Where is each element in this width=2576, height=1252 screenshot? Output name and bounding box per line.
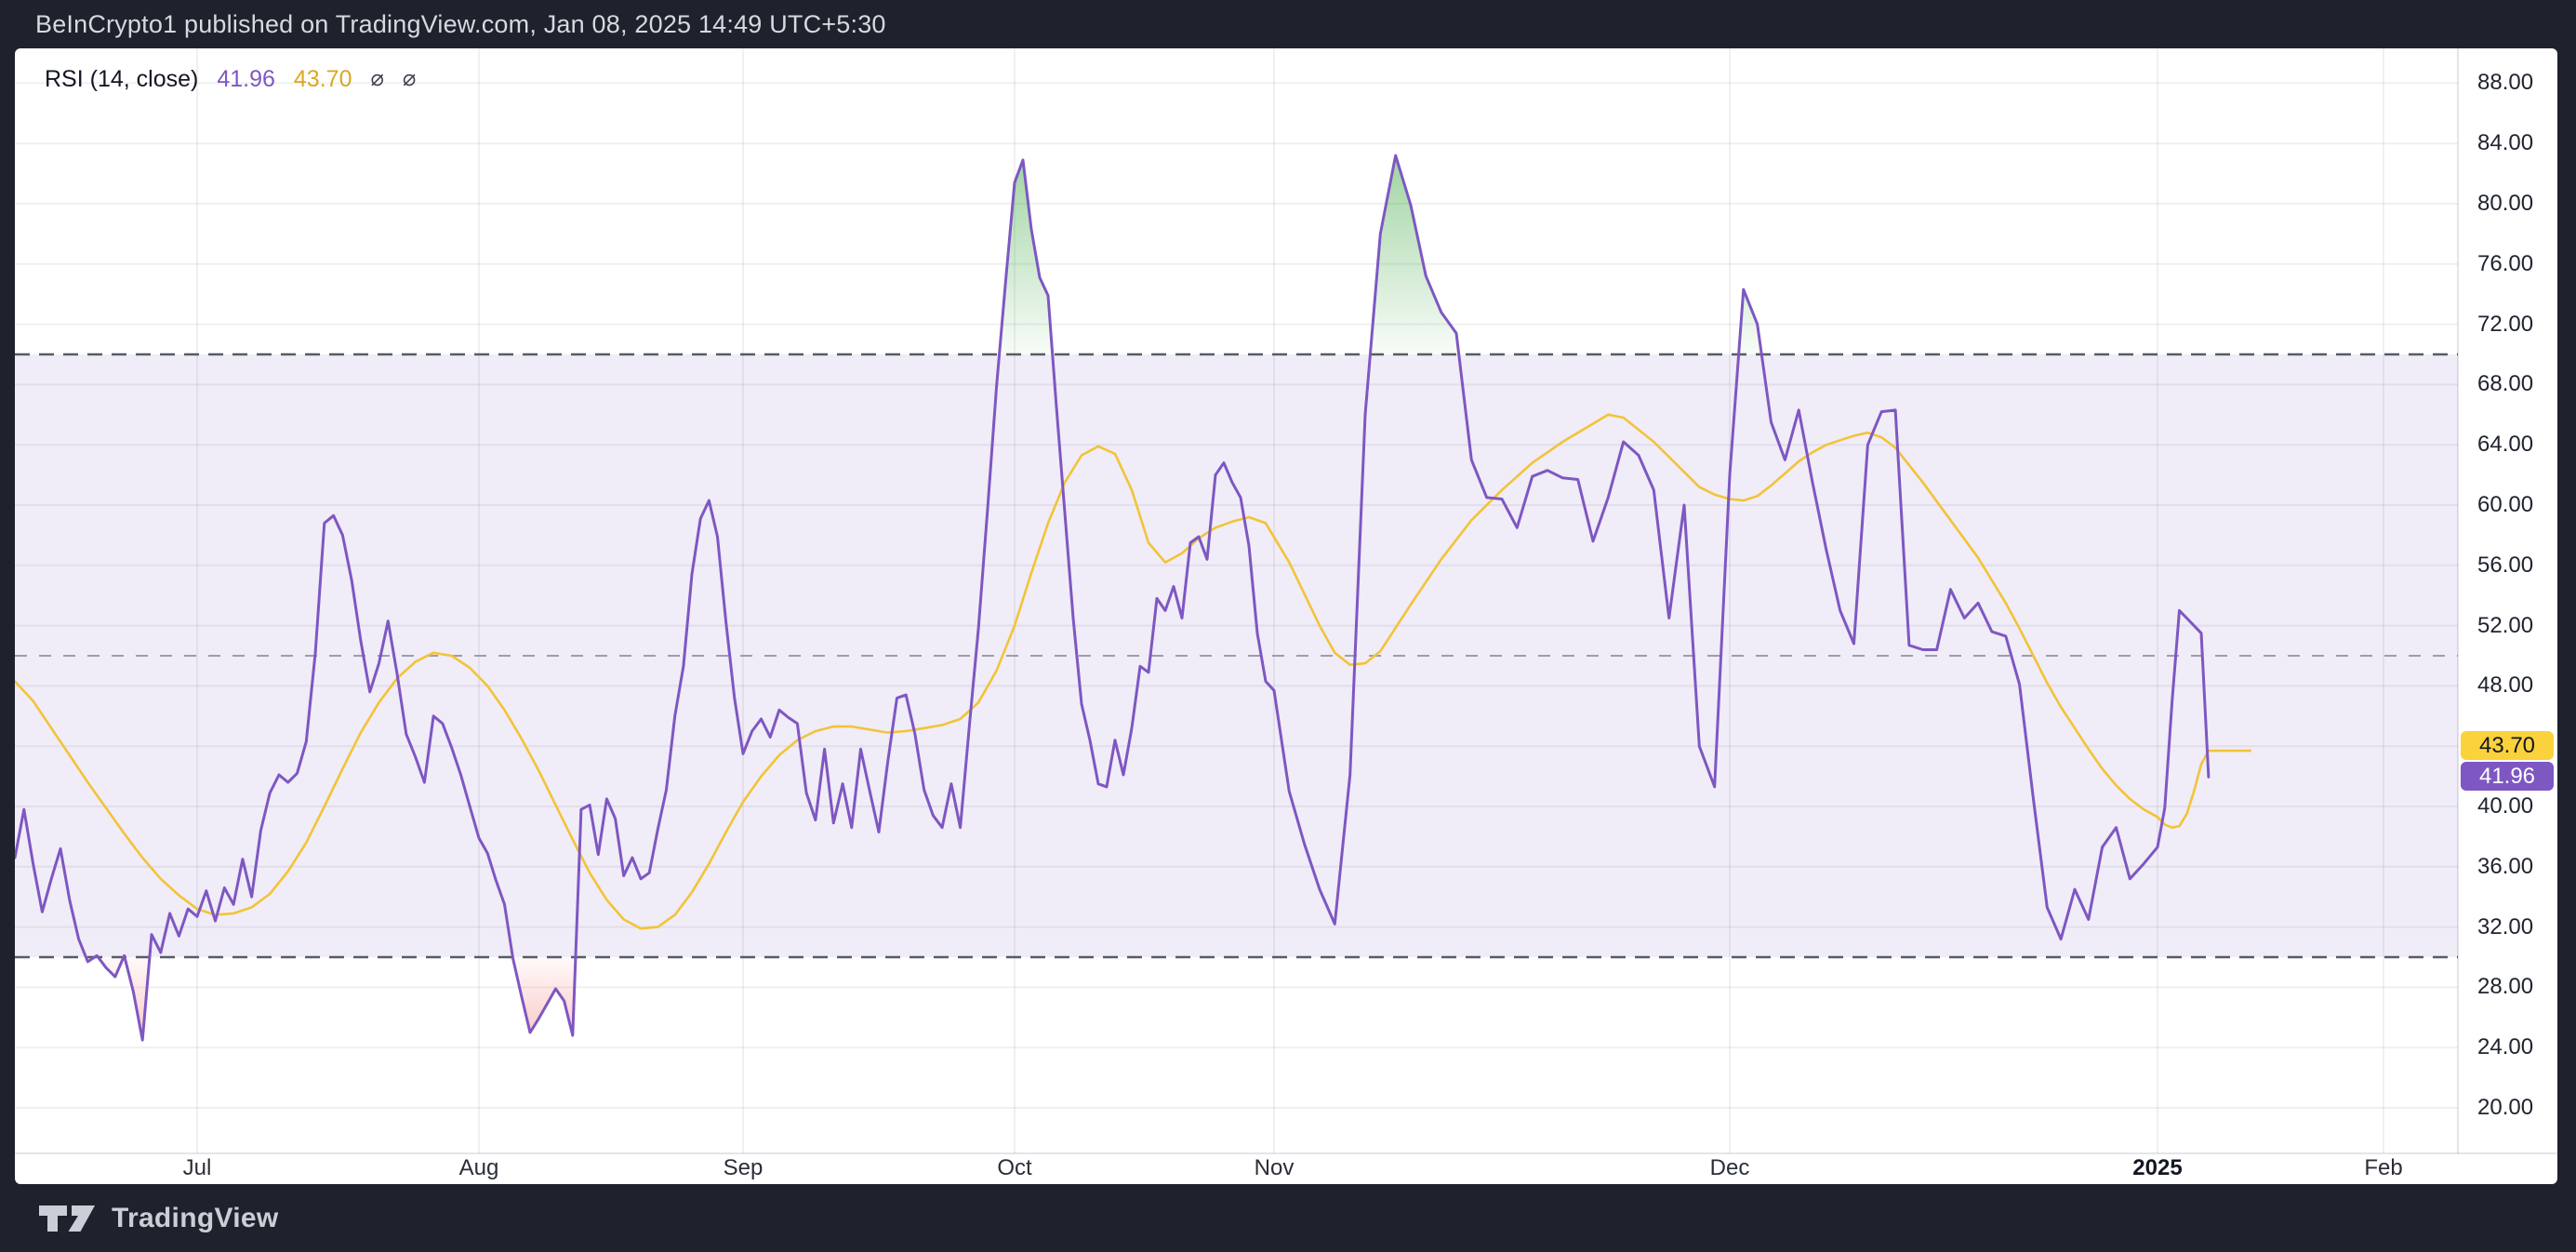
y-axis-label: 28.00 bbox=[2477, 974, 2533, 1000]
y-axis-label: 32.00 bbox=[2477, 914, 2533, 940]
y-axis-label: 48.00 bbox=[2477, 673, 2533, 699]
x-axis-label-nov: Nov bbox=[1255, 1155, 1295, 1181]
tradingview-brand-text[interactable]: TradingView bbox=[112, 1203, 278, 1234]
y-axis-label: 36.00 bbox=[2477, 854, 2533, 880]
y-axis-label: 68.00 bbox=[2477, 371, 2533, 397]
x-axis-label-dec: Dec bbox=[1710, 1155, 1750, 1181]
y-axis-label: 24.00 bbox=[2477, 1034, 2533, 1060]
rsi-badge-value: 41.96 bbox=[2479, 764, 2535, 790]
rsi-current-value: 41.96 bbox=[217, 66, 275, 93]
y-axis-label: 84.00 bbox=[2477, 130, 2533, 156]
rsi-chart[interactable] bbox=[0, 0, 2576, 1252]
y-axis-label: 60.00 bbox=[2477, 492, 2533, 518]
y-axis-label: 52.00 bbox=[2477, 613, 2533, 639]
x-axis-label-2025: 2025 bbox=[2132, 1155, 2182, 1181]
x-axis-label-sep: Sep bbox=[724, 1155, 764, 1181]
ma-price-badge: 43.70 bbox=[2461, 731, 2554, 760]
y-axis-label: 88.00 bbox=[2477, 70, 2533, 96]
y-axis-label: 56.00 bbox=[2477, 553, 2533, 579]
indicator-legend: RSI (14, close) 41.96 43.70 ⌀ ⌀ bbox=[45, 63, 416, 95]
ma-badge-value: 43.70 bbox=[2479, 733, 2535, 759]
y-axis-label: 80.00 bbox=[2477, 191, 2533, 217]
y-axis-label: 72.00 bbox=[2477, 312, 2533, 338]
rsi-price-badge: 41.96 bbox=[2461, 762, 2554, 791]
empty-set-icon[interactable]: ⌀ bbox=[370, 68, 383, 90]
x-axis-label-jul: Jul bbox=[183, 1155, 212, 1181]
y-axis-label: 40.00 bbox=[2477, 793, 2533, 819]
x-axis-label-feb: Feb bbox=[2364, 1155, 2402, 1181]
x-axis-label-oct: Oct bbox=[997, 1155, 1031, 1181]
empty-set-icon[interactable]: ⌀ bbox=[403, 68, 416, 90]
tradingview-logo-icon[interactable] bbox=[37, 1204, 97, 1233]
x-axis-label-aug: Aug bbox=[459, 1155, 499, 1181]
y-axis-label: 64.00 bbox=[2477, 432, 2533, 458]
indicator-label: RSI (14, close) bbox=[45, 66, 198, 93]
y-axis-label: 20.00 bbox=[2477, 1095, 2533, 1121]
overbought-fill bbox=[1370, 155, 1458, 354]
footer-bar: TradingView bbox=[0, 1184, 2576, 1252]
ma-current-value: 43.70 bbox=[294, 66, 352, 93]
y-axis-label: 76.00 bbox=[2477, 251, 2533, 277]
